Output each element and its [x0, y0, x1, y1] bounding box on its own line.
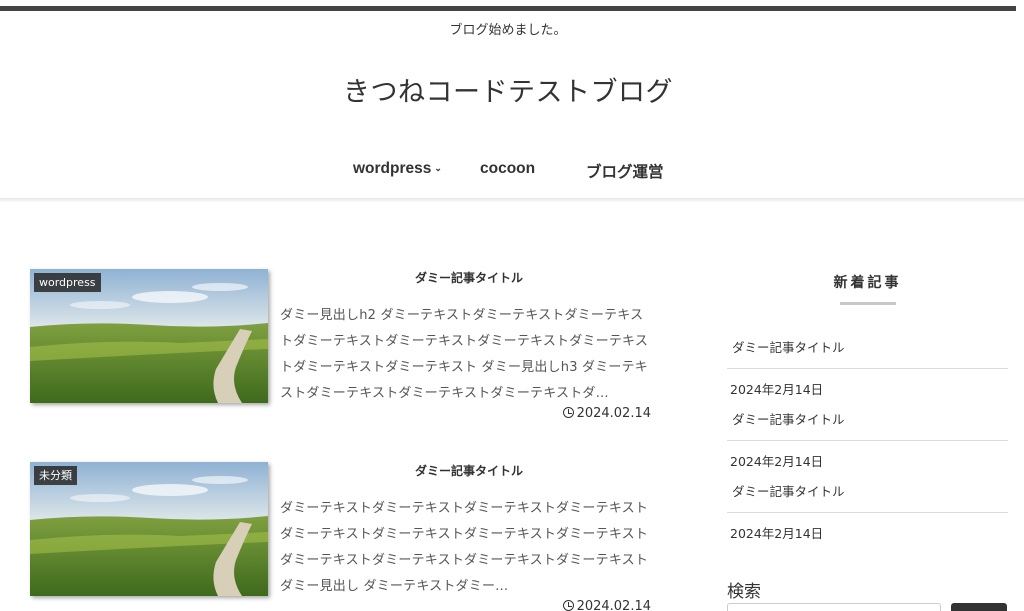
post-card[interactable]: 未分類 ダミー記事タイトル ダミーテキストダミーテキストダミーテキストダミーテキ…: [30, 462, 658, 611]
nav-item-label: cocoon: [480, 160, 536, 177]
post-excerpt: ダミーテキストダミーテキストダミーテキストダミーテキストダミーテキストダミーテキ…: [280, 501, 649, 594]
post-date: 2024.02.14: [562, 599, 651, 611]
nav-item-wordpress[interactable]: wordpress ⌄: [353, 160, 442, 178]
nav-item-label: wordpress: [353, 160, 432, 177]
recent-post-item[interactable]: ダミー記事タイトル 2024年2月14日: [727, 337, 1008, 398]
post-thumbnail[interactable]: 未分類: [30, 462, 268, 596]
search-input[interactable]: [727, 603, 941, 611]
site-title[interactable]: きつねコードテストブログ: [0, 70, 1016, 109]
nav-item-cocoon[interactable]: cocoon: [480, 160, 535, 178]
post-excerpt: ダミー見出しh2 ダミーテキストダミーテキストダミーテキストダミーテキストダミー…: [280, 308, 649, 401]
recent-post-date: 2024年2月14日: [730, 454, 824, 469]
recent-post-item[interactable]: ダミー記事タイトル 2024年2月14日: [727, 481, 1008, 542]
post-title[interactable]: ダミー記事タイトル: [280, 269, 658, 286]
chevron-down-icon: ⌄: [434, 163, 442, 173]
header-divider: [0, 198, 1024, 202]
recent-post-title[interactable]: ダミー記事タイトル: [727, 337, 1008, 356]
post-thumbnail[interactable]: wordpress: [30, 269, 268, 403]
clock-icon: [562, 600, 574, 611]
site-tagline: ブログ始めました。: [449, 23, 567, 38]
recent-post-title[interactable]: ダミー記事タイトル: [727, 409, 1008, 428]
search-button[interactable]: [951, 603, 1007, 611]
post-date: 2024.02.14: [562, 406, 651, 421]
divider: [727, 512, 1008, 513]
heading-underline: [839, 302, 896, 305]
divider: [727, 368, 1008, 369]
category-label[interactable]: 未分類: [34, 466, 77, 485]
post-title[interactable]: ダミー記事タイトル: [280, 462, 658, 479]
recent-post-date: 2024年2月14日: [730, 526, 824, 541]
post-date-text: 2024.02.14: [576, 406, 651, 421]
recent-posts-heading: 新着記事: [833, 275, 902, 291]
search-heading: 検索: [727, 582, 761, 602]
post-date-text: 2024.02.14: [576, 599, 651, 611]
nav-item-blog-management[interactable]: ブログ運営: [586, 160, 664, 182]
recent-post-item[interactable]: ダミー記事タイトル 2024年2月14日: [727, 409, 1008, 470]
top-accent-bar: [0, 6, 1016, 11]
divider: [727, 440, 1008, 441]
post-card[interactable]: wordpress ダミー記事タイトル ダミー見出しh2 ダミーテキストダミーテ…: [30, 269, 658, 421]
category-label[interactable]: wordpress: [34, 273, 101, 292]
nav-item-label: ブログ運営: [586, 164, 664, 181]
global-nav: wordpress ⌄ cocoon ブログ運営: [0, 160, 1016, 182]
recent-post-date: 2024年2月14日: [730, 382, 824, 397]
sidebar: 新着記事 ダミー記事タイトル 2024年2月14日 ダミー記事タイトル 2024…: [727, 260, 1008, 611]
clock-icon: [562, 407, 574, 418]
recent-post-title[interactable]: ダミー記事タイトル: [727, 481, 1008, 500]
